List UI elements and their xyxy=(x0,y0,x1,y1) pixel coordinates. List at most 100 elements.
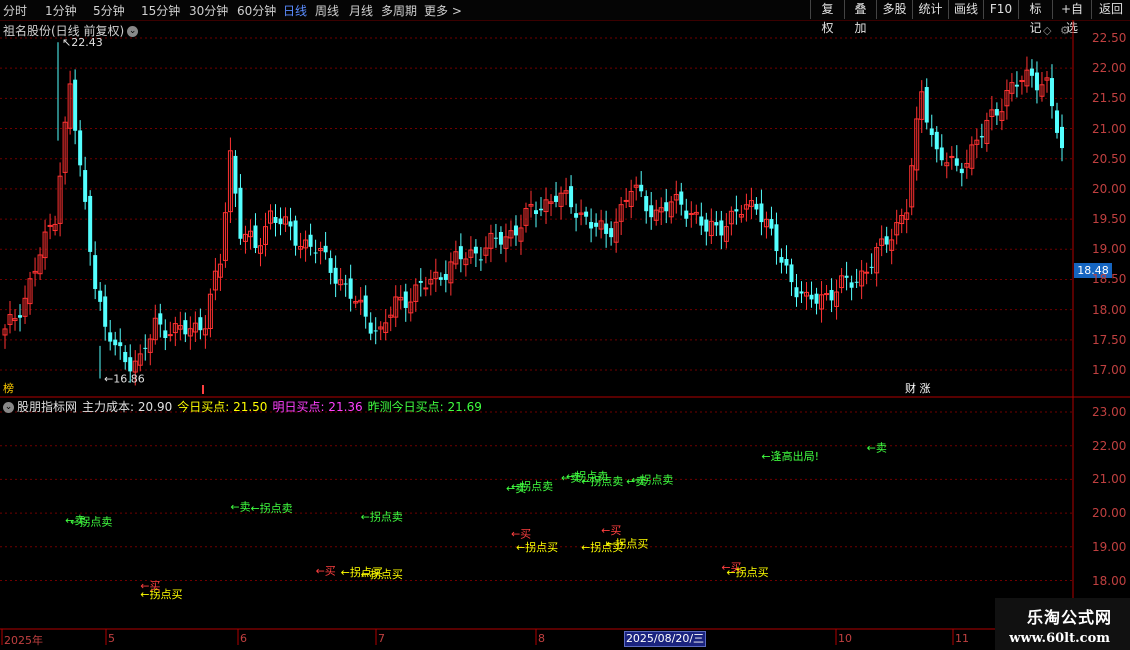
top-toolbar: 分时 1分钟 5分钟 15分钟 30分钟 60分钟 日线 周线 月线 多周期 更多 > 复权 叠加 多股… xyxy=(0,0,1130,35)
price-tick-label: 17.50 xyxy=(1092,332,1127,347)
toolbar-button-4[interactable]: 画线 xyxy=(948,0,983,19)
period-tab-8[interactable]: 月线 xyxy=(349,2,373,19)
diamond-icon[interactable]: ◇ xyxy=(1043,24,1051,37)
kline-chart[interactable]: ↖22.43←16.86榜财 涨←卖←拐点卖←拐点买←买←卖 ←拐点卖←买 ←拐点买… xyxy=(0,20,1130,650)
candle-body xyxy=(814,293,819,304)
candle-body xyxy=(684,210,689,219)
period-tab-7[interactable]: 周线 xyxy=(315,2,339,19)
candle-body xyxy=(1014,84,1019,87)
candle-body xyxy=(994,109,999,116)
candle-body xyxy=(589,222,594,229)
signal-label: ←买 xyxy=(601,524,621,537)
watermark-line1: 乐淘公式网 xyxy=(1026,608,1112,627)
toolbar-button-3[interactable]: 统计 xyxy=(912,0,948,19)
signal-label: ←拐点卖 xyxy=(581,474,623,488)
signal-label: ←卖 xyxy=(230,500,250,513)
signal-label: ←拐点买 xyxy=(606,536,648,550)
indicator-name: 股朋指标网 xyxy=(17,400,78,414)
period-tab-2[interactable]: 5分钟 xyxy=(93,2,125,19)
candle-body xyxy=(734,209,739,212)
candle-body xyxy=(93,255,98,289)
candle-body xyxy=(954,158,959,166)
candle-body xyxy=(864,271,870,274)
signal-label: ←拐点买 xyxy=(726,565,768,579)
candle-body xyxy=(373,330,378,332)
period-tab-1[interactable]: 1分钟 xyxy=(45,2,77,19)
price-tick-label: 22.00 xyxy=(1092,61,1127,76)
candle-body xyxy=(639,184,644,192)
gear-icon[interactable]: ⚙ xyxy=(1060,24,1070,37)
price-tick-label: 18.50 xyxy=(1092,272,1127,287)
watermark-line2: www.60lt.com xyxy=(1009,631,1110,646)
indicator-tick-label: 21.00 xyxy=(1092,472,1127,487)
price-tick-label: 19.50 xyxy=(1092,212,1127,227)
period-tab-4[interactable]: 30分钟 xyxy=(189,2,228,19)
toolbar-button-5[interactable]: F10 xyxy=(983,0,1018,19)
candle-body xyxy=(363,295,368,317)
stock-title-text: 祖名股份(日线 前复权) xyxy=(3,24,125,38)
candle-body xyxy=(704,219,709,232)
candle-body xyxy=(47,224,53,227)
signal-label: ←拐点买 xyxy=(361,567,403,581)
indicator-header: ⌄ 股朋指标网 主力成本: 20.90 今日买点: 21.50 明日买点: 21.36 昨… xyxy=(3,398,492,415)
toolbar-button-8[interactable]: 返回 xyxy=(1091,0,1130,19)
candle-body xyxy=(333,267,338,284)
candle-body xyxy=(809,294,814,300)
toolbar-button-2[interactable]: 多股 xyxy=(876,0,912,19)
candle-body xyxy=(779,257,784,263)
candle-body xyxy=(719,220,724,236)
candle-body xyxy=(534,210,539,215)
chevron-down-icon[interactable]: ⌄ xyxy=(127,26,139,37)
indicator-tick-label: 19.00 xyxy=(1092,539,1127,554)
low-price-label: ←16.86 xyxy=(104,372,145,385)
candle-body xyxy=(1049,78,1054,107)
candle-body xyxy=(844,275,849,278)
candle-body xyxy=(679,191,684,205)
chevron-down-icon[interactable]: ⌄ xyxy=(3,402,14,413)
candle-body xyxy=(959,168,964,174)
candle-body xyxy=(167,334,173,337)
period-tab-9[interactable]: 多周期 xyxy=(381,2,417,19)
candle-body xyxy=(554,195,559,202)
candle-body xyxy=(979,136,984,138)
candle-body xyxy=(253,225,258,249)
candle-body xyxy=(664,202,669,212)
indicator-values: 主力成本: 20.90 今日买点: 21.50 明日买点: 21.36 昨测今日买点:… xyxy=(82,400,487,414)
indicator-tick-label: 20.00 xyxy=(1092,506,1127,521)
period-tab-5[interactable]: 60分钟 xyxy=(237,2,276,19)
candle-body xyxy=(623,199,629,202)
period-tab-6[interactable]: 日线 xyxy=(283,2,307,19)
candle-body xyxy=(98,290,103,302)
candle-body xyxy=(123,351,128,363)
toolbar-button-1[interactable]: 叠加 xyxy=(844,0,876,35)
candle-body xyxy=(949,155,955,158)
period-tab-10[interactable]: 更多 > xyxy=(424,2,462,19)
period-tab-0[interactable]: 分时 xyxy=(3,2,27,19)
period-tab-3[interactable]: 15分钟 xyxy=(141,2,180,19)
candle-body xyxy=(594,222,599,227)
stock-title: 祖名股份(日线 前复权) ⌄ xyxy=(3,22,139,39)
candle-body xyxy=(128,357,133,372)
toolbar-button-0[interactable]: 复权 xyxy=(810,0,844,35)
signal-label: ←拐点卖 xyxy=(631,472,673,486)
price-tick-label: 19.00 xyxy=(1092,242,1127,257)
candle-body xyxy=(308,234,313,247)
candle-body xyxy=(418,280,423,283)
candle-body xyxy=(699,216,704,226)
candle-body xyxy=(829,289,834,301)
candle-body xyxy=(498,232,503,245)
candle-body xyxy=(929,128,934,135)
x-axis-label: 5 xyxy=(108,632,115,645)
indicator-item-1: 今日买点: 21.50 xyxy=(177,400,268,414)
candle-body xyxy=(569,186,574,208)
candle-body xyxy=(714,222,719,226)
candle-body xyxy=(103,296,108,327)
candle-body xyxy=(934,131,939,150)
toolbar-button-7[interactable]: +自选 xyxy=(1052,0,1091,35)
price-tick-label: 20.50 xyxy=(1092,151,1127,166)
signal-label: ←卖 xyxy=(867,441,887,454)
candle-body xyxy=(849,282,854,288)
toolbar-button-6[interactable]: 标记 xyxy=(1018,0,1052,35)
candle-body xyxy=(1034,72,1039,91)
candle-body xyxy=(774,224,779,252)
